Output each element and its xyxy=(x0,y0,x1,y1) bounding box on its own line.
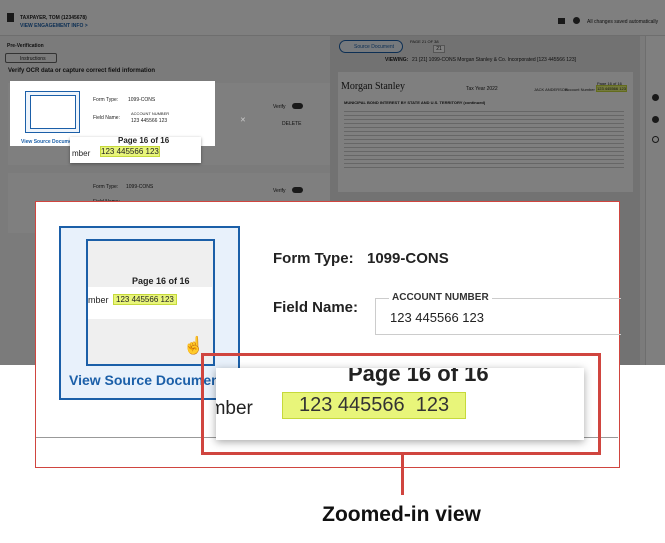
mini-lens-prefix: mber xyxy=(72,149,91,158)
view-source-document-link[interactable]: View Source Documen xyxy=(69,372,220,388)
field-name-label: Field Name: xyxy=(93,115,120,121)
source-thumbnail[interactable] xyxy=(25,91,80,133)
view-source-link[interactable]: View Source Document xyxy=(21,139,76,145)
mini-lens: Page 16 of 16 mber 123 445566 123 xyxy=(70,136,201,163)
hand-cursor-icon: ☝ xyxy=(183,336,205,355)
mini-lens-page: Page 16 of 16 xyxy=(118,136,170,145)
zoom-field-name-label: Field Name: xyxy=(273,299,359,316)
callout-line xyxy=(401,455,404,495)
account-number-field[interactable]: ACCOUNT NUMBER 123 445566 123 xyxy=(375,292,621,335)
zoom-form-type-label: Form Type: xyxy=(273,250,354,267)
account-number-value: 123 445566 123 xyxy=(390,310,484,325)
zoomed-thumbnail-page: Page 16 of 16 mber 123 445566 123 ☝ xyxy=(86,239,215,366)
thumb-prefix: mber xyxy=(88,295,109,305)
thumb-highlight: 123 445566 123 xyxy=(113,294,177,305)
field-clear-icon[interactable]: ✕ xyxy=(240,116,246,124)
form-type-value: 1099-CONS xyxy=(128,97,156,103)
account-number-label: ACCOUNT NUMBER xyxy=(389,292,492,303)
zoom-caption: Zoomed-in view xyxy=(322,503,481,526)
field-small-label: ACCOUNT NUMBER xyxy=(131,111,170,116)
thumb-page-text: Page 16 of 16 xyxy=(132,276,190,286)
lens-highlight: 123 445566 123 xyxy=(282,392,467,419)
zoom-form-type-value: 1099-CONS xyxy=(367,250,449,267)
form-type-label: Form Type: xyxy=(93,97,119,103)
field-small-value[interactable]: 123 445566 123 xyxy=(131,118,167,124)
lens-prefix: umber xyxy=(216,398,253,419)
thumbnail-page xyxy=(30,95,76,129)
mini-lens-value: 123 445566 123 xyxy=(100,146,160,157)
lens-page-text: Page 16 of 16 xyxy=(348,368,489,386)
magnified-lens: Page 16 of 16 umber 123 445566 123 xyxy=(216,368,584,440)
